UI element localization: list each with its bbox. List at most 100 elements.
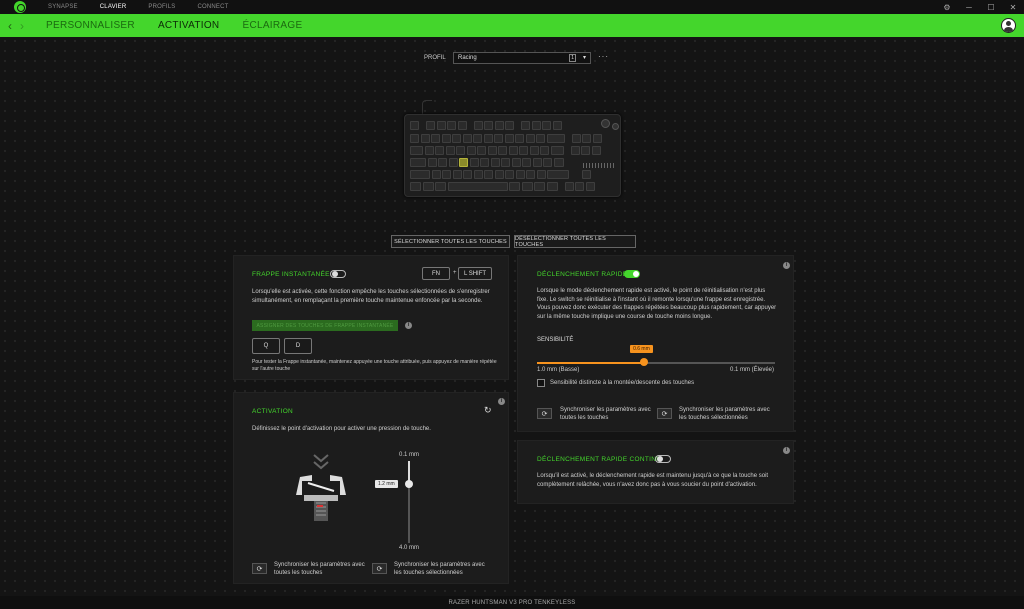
keyboard-key[interactable] xyxy=(483,134,493,143)
keyboard-key[interactable] xyxy=(592,134,602,143)
keyboard-key[interactable] xyxy=(452,134,461,143)
keyboard-key[interactable] xyxy=(525,134,535,143)
keyboard-key[interactable] xyxy=(501,158,510,167)
nav-synapse[interactable]: SYNAPSE xyxy=(48,4,78,10)
keyboard-key[interactable] xyxy=(431,170,441,179)
keyboard-key[interactable] xyxy=(473,121,483,130)
keyboard-key[interactable] xyxy=(581,146,590,155)
keyboard-key[interactable] xyxy=(531,121,541,130)
keyboard-key[interactable] xyxy=(456,146,465,155)
nav-profils[interactable]: PROFILS xyxy=(148,4,175,10)
keyboard-key[interactable] xyxy=(410,121,419,130)
keyboard-key[interactable] xyxy=(410,146,423,155)
keyboard-key[interactable] xyxy=(473,134,482,143)
keyboard-key[interactable] xyxy=(466,146,476,155)
keyboard-key[interactable] xyxy=(438,158,447,167)
maximize-icon[interactable]: ☐ xyxy=(980,0,1002,14)
keyboard-key[interactable] xyxy=(532,158,542,167)
keyboard-key[interactable] xyxy=(447,121,456,130)
tab-eclairage[interactable]: ÉCLAIRAGE xyxy=(242,20,302,31)
more-options-icon[interactable]: ··· xyxy=(598,52,609,61)
keyboard-key[interactable] xyxy=(543,158,552,167)
keyboard-key[interactable] xyxy=(540,146,549,155)
key-l-shift[interactable]: L SHIFT xyxy=(458,267,492,280)
keyboard-key[interactable] xyxy=(585,182,595,191)
keyboard-key[interactable] xyxy=(550,146,564,155)
snap-key-q[interactable]: Q xyxy=(252,338,280,354)
keyboard-key[interactable] xyxy=(410,170,430,179)
keyboard-key[interactable] xyxy=(473,170,483,179)
keyboard-key[interactable] xyxy=(564,182,574,191)
keyboard-key[interactable] xyxy=(459,158,468,167)
info-icon[interactable]: i xyxy=(783,262,790,269)
keyboard-key[interactable] xyxy=(457,121,467,130)
profile-dropdown[interactable]: Racing 1 ▾ xyxy=(453,52,591,64)
keyboard-key[interactable] xyxy=(498,146,507,155)
keyboard-key[interactable] xyxy=(536,134,545,143)
keyboard-key[interactable] xyxy=(529,146,539,155)
rapid-trigger-toggle[interactable] xyxy=(624,270,640,278)
minimize-icon[interactable]: ─ xyxy=(958,0,980,14)
keyboard-key[interactable] xyxy=(484,170,493,179)
key-fn[interactable]: FN xyxy=(422,267,450,280)
keyboard-key[interactable] xyxy=(442,170,451,179)
assign-snap-tap-button[interactable]: ASSIGNER DES TOUCHES DE FRAPPE INSTANTAN… xyxy=(252,320,398,331)
keyboard-key[interactable] xyxy=(521,182,533,191)
nav-clavier[interactable]: CLAVIER xyxy=(100,4,127,10)
keyboard-key[interactable] xyxy=(477,146,486,155)
sensitivity-slider-thumb[interactable] xyxy=(640,358,649,366)
keyboard-key[interactable] xyxy=(484,121,493,130)
deselect-all-keys-button[interactable]: DÉSÉLECTIONNER TOUTES LES TOUCHES xyxy=(514,235,636,248)
keyboard-key[interactable] xyxy=(508,146,518,155)
keyboard-key[interactable] xyxy=(436,121,446,130)
keyboard-key[interactable] xyxy=(521,121,530,130)
keyboard-key[interactable] xyxy=(581,170,591,179)
activation-slider-thumb[interactable] xyxy=(405,480,413,489)
back-arrow-icon[interactable]: ‹ xyxy=(8,19,18,33)
keyboard-key[interactable] xyxy=(515,170,525,179)
keyboard-key[interactable] xyxy=(441,134,451,143)
keyboard-key[interactable] xyxy=(431,134,440,143)
keyboard-key[interactable] xyxy=(410,158,426,167)
keyboard-key[interactable] xyxy=(420,134,430,143)
keyboard-key[interactable] xyxy=(570,146,580,155)
sync-selected-button[interactable]: ⟳ xyxy=(657,408,672,419)
tab-activation[interactable]: ACTIVATION xyxy=(158,20,220,31)
sync-all-button[interactable]: ⟳ xyxy=(537,408,552,419)
keyboard-key[interactable] xyxy=(542,121,551,130)
keyboard-key[interactable] xyxy=(546,182,558,191)
keyboard-key[interactable] xyxy=(410,134,419,143)
close-icon[interactable]: ✕ xyxy=(1002,0,1024,14)
keyboard-key[interactable] xyxy=(515,134,524,143)
keyboard-key[interactable] xyxy=(469,158,479,167)
keyboard-key[interactable] xyxy=(487,146,497,155)
keyboard-key[interactable] xyxy=(445,146,455,155)
keyboard-key[interactable] xyxy=(422,182,434,191)
info-icon[interactable]: i xyxy=(783,447,790,454)
snap-tap-toggle[interactable] xyxy=(330,270,346,278)
keyboard-key[interactable] xyxy=(410,182,421,191)
forward-arrow-icon[interactable]: › xyxy=(20,19,30,33)
info-icon[interactable]: i xyxy=(498,398,505,405)
keyboard-key[interactable] xyxy=(424,146,434,155)
keyboard-key[interactable] xyxy=(448,158,458,167)
user-avatar-icon[interactable] xyxy=(1001,18,1016,33)
continuous-toggle[interactable] xyxy=(655,455,671,463)
keyboard-key[interactable] xyxy=(505,170,514,179)
keyboard-key[interactable] xyxy=(427,158,437,167)
keyboard-key[interactable] xyxy=(447,182,508,191)
keyboard-key[interactable] xyxy=(575,182,584,191)
keyboard-key[interactable] xyxy=(480,158,489,167)
keyboard-key[interactable] xyxy=(463,170,472,179)
keyboard-key[interactable] xyxy=(490,158,500,167)
keyboard-key[interactable] xyxy=(494,134,503,143)
keyboard-key[interactable] xyxy=(582,134,591,143)
settings-icon[interactable]: ⚙ xyxy=(936,0,958,14)
keyboard-key[interactable] xyxy=(526,170,535,179)
keyboard-key[interactable] xyxy=(522,158,531,167)
keyboard-key[interactable] xyxy=(462,134,472,143)
keyboard-key[interactable] xyxy=(553,158,564,167)
keyboard-key[interactable] xyxy=(494,121,504,130)
tab-personnaliser[interactable]: PERSONNALISER xyxy=(46,20,135,31)
keyboard-key[interactable] xyxy=(591,146,601,155)
